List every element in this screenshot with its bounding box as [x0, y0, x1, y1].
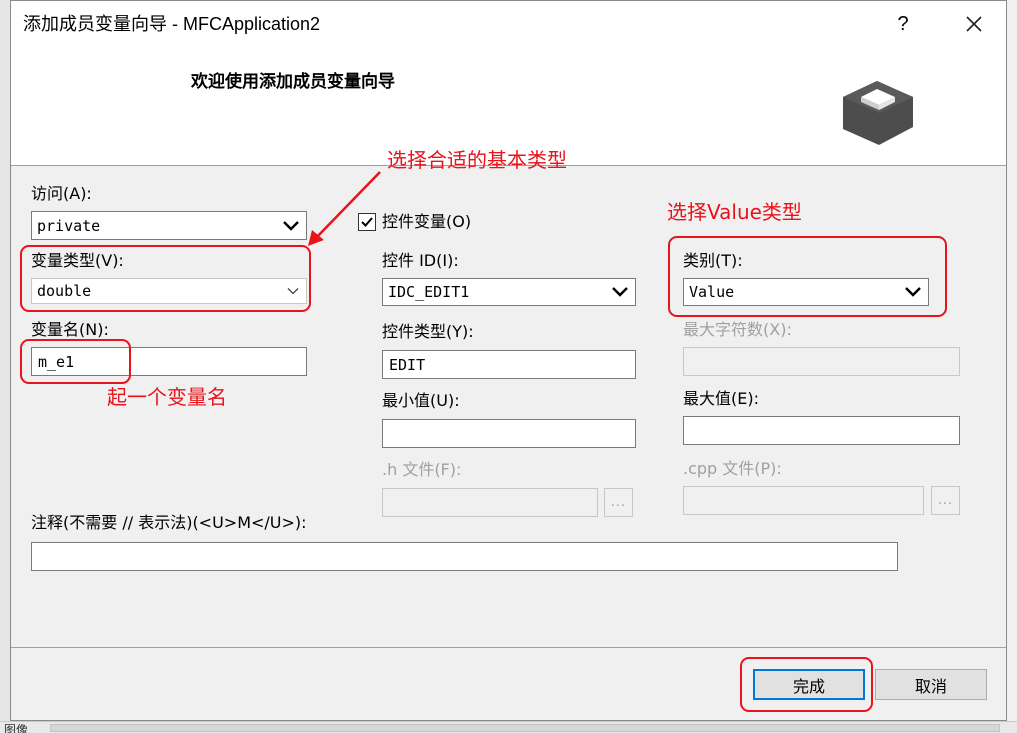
max-chars-label: 最大字符数(X): [683, 320, 792, 339]
annotation-finish-box [740, 657, 873, 712]
member-variable-box-icon [843, 81, 913, 145]
max-input[interactable] [683, 416, 960, 445]
min-label: 最小值(U): [382, 391, 460, 410]
background-window-scrollbar [50, 724, 1000, 732]
chevron-down-icon [283, 220, 299, 231]
cpp-file-browse-button: ... [931, 486, 960, 515]
title-bar: 添加成员变量向导 - MFCApplication2 ? [11, 1, 1006, 47]
close-button[interactable] [959, 9, 989, 39]
annotation-choose-basic-type: 选择合适的基本类型 [387, 148, 567, 172]
chevron-down-icon [612, 287, 628, 297]
help-button[interactable]: ? [891, 9, 915, 39]
control-type-value: EDIT [389, 355, 426, 374]
annotation-vartype-box [20, 245, 311, 312]
close-icon [966, 16, 982, 32]
cancel-button[interactable]: 取消 [875, 669, 987, 700]
access-combo[interactable]: private [31, 211, 307, 240]
control-variable-label: 控件变量(O) [382, 212, 472, 231]
cpp-file-label: .cpp 文件(P): [683, 459, 782, 478]
h-file-input [382, 488, 598, 517]
banner-heading: 欢迎使用添加成员变量向导 [191, 72, 395, 92]
comment-label: 注释(不需要 // 表示法)(<U>M</U>): [31, 513, 307, 532]
add-member-variable-dialog: 添加成员变量向导 - MFCApplication2 ? 欢迎使用添加成员变量向… [10, 0, 1007, 721]
comment-input[interactable] [31, 542, 898, 571]
annotation-arrow [308, 171, 381, 246]
control-id-label: 控件 ID(I): [382, 251, 459, 270]
control-id-value: IDC_EDIT1 [388, 283, 470, 301]
annotation-choose-value-type: 选择Value类型 [667, 200, 802, 224]
access-label: 访问(A): [31, 184, 92, 203]
control-type-label: 控件类型(Y): [382, 322, 474, 341]
h-file-browse-button: ... [604, 488, 633, 517]
background-window-strip: 图像 [0, 721, 1017, 733]
cpp-file-input [683, 486, 924, 515]
min-input[interactable] [382, 419, 636, 448]
annotation-varname-box [20, 339, 131, 384]
control-id-combo[interactable]: IDC_EDIT1 [382, 278, 636, 306]
annotation-name-variable: 起一个变量名 [107, 385, 227, 409]
max-label: 最大值(E): [683, 389, 759, 408]
access-value: private [37, 216, 101, 235]
footer-divider [11, 647, 1006, 648]
max-chars-input [683, 347, 960, 376]
desktop-edge [0, 0, 10, 721]
annotation-category-box [668, 236, 947, 317]
control-type-field: EDIT [382, 350, 636, 379]
varname-label: 变量名(N): [31, 320, 109, 339]
window-title: 添加成员变量向导 - MFCApplication2 [23, 14, 321, 34]
h-file-label: .h 文件(F): [382, 460, 462, 479]
